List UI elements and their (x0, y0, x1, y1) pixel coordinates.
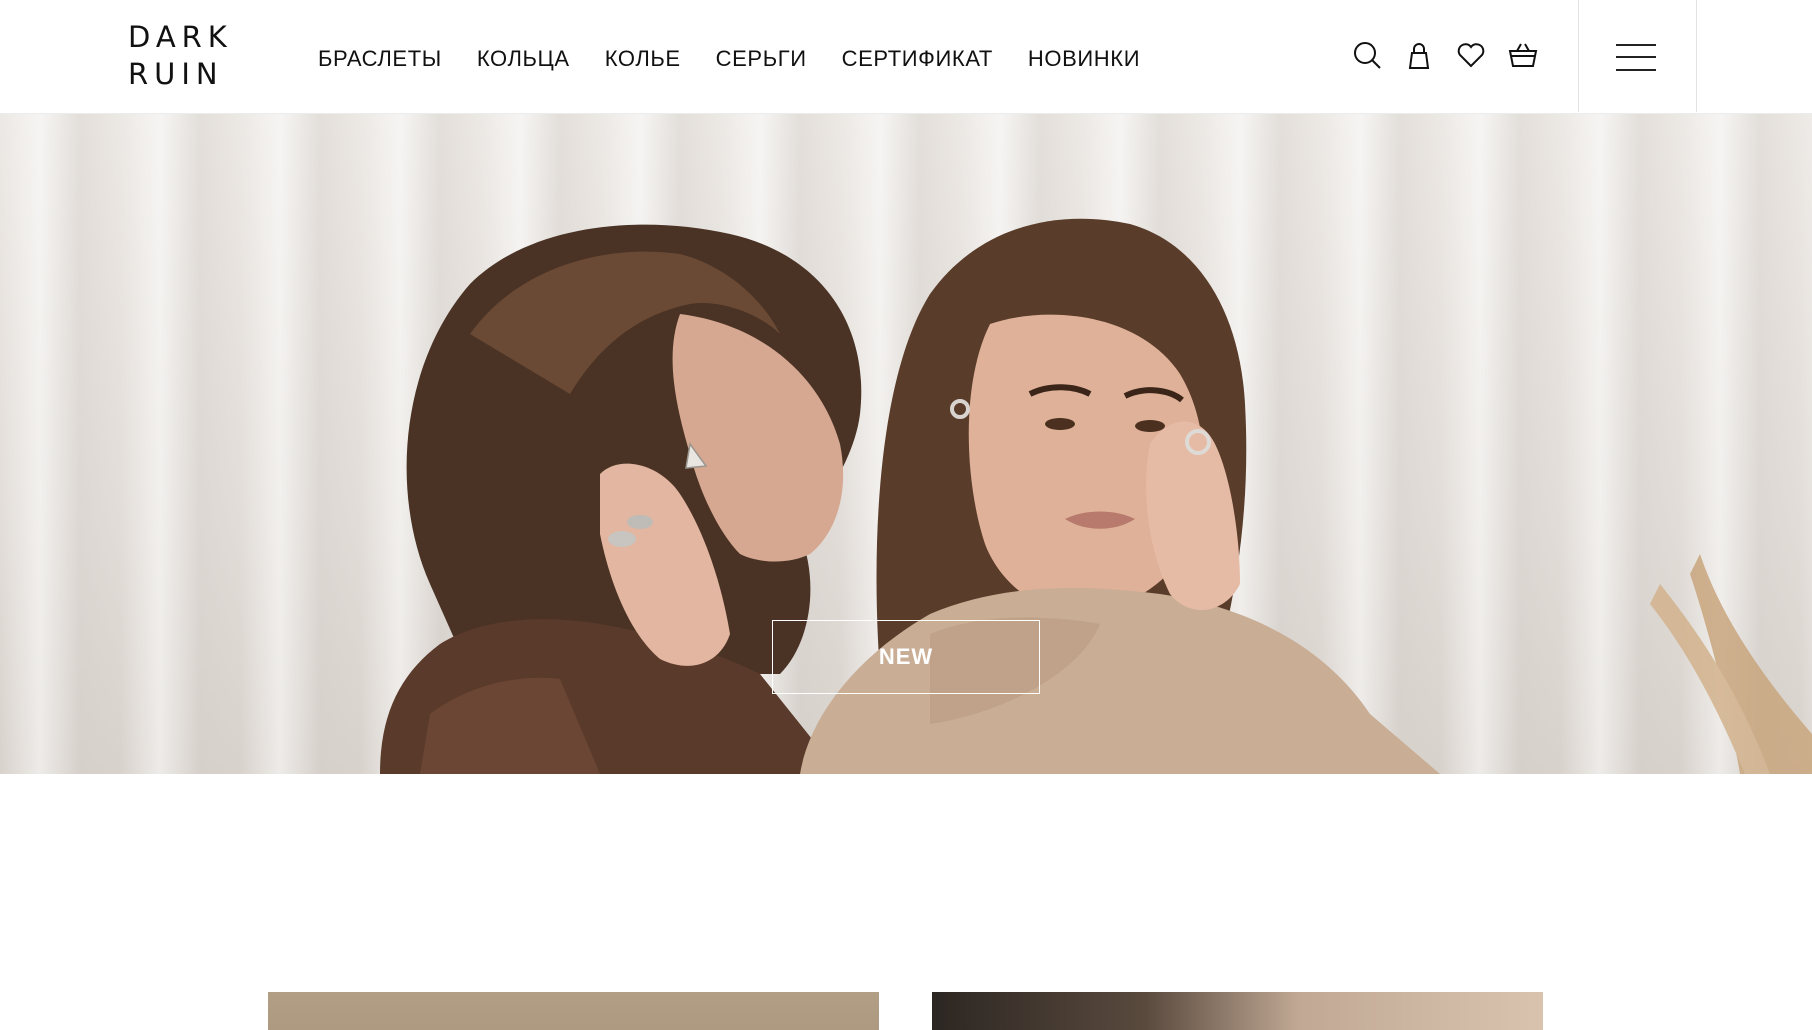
nav-item-earrings[interactable]: СЕРЬГИ (716, 46, 807, 72)
account-icon[interactable] (1402, 38, 1436, 72)
wishlist-heart-icon[interactable] (1454, 38, 1488, 72)
site-header: DARK RUIN БРАСЛЕТЫ КОЛЬЦА КОЛЬЕ СЕРЬГИ С… (0, 0, 1812, 114)
main-navigation: БРАСЛЕТЫ КОЛЬЦА КОЛЬЕ СЕРЬГИ СЕРТИФИКАТ … (318, 46, 1175, 72)
nav-item-rings[interactable]: КОЛЬЦА (477, 46, 570, 72)
header-actions (1350, 38, 1558, 72)
logo-text-top: DARK (128, 20, 233, 54)
cart-basket-icon[interactable] (1506, 38, 1540, 72)
brand-logo[interactable]: DARK RUIN (128, 20, 227, 91)
hero-new-button[interactable]: NEW (772, 620, 1040, 694)
hamburger-menu-icon[interactable] (1616, 42, 1656, 74)
nav-item-certificate[interactable]: СЕРТИФИКАТ (842, 46, 993, 72)
collection-card-image[interactable] (268, 992, 879, 1030)
search-icon[interactable] (1350, 38, 1384, 72)
collection-card-image[interactable] (932, 992, 1543, 1030)
header-divider (1578, 0, 1579, 112)
hero-banner: NEW (0, 114, 1812, 774)
logo-text-bottom: RUIN (128, 57, 224, 91)
nav-item-necklaces[interactable]: КОЛЬЕ (605, 46, 681, 72)
nav-item-bracelets[interactable]: БРАСЛЕТЫ (318, 46, 442, 72)
header-divider (1696, 0, 1697, 112)
nav-item-new[interactable]: НОВИНКИ (1028, 46, 1140, 72)
